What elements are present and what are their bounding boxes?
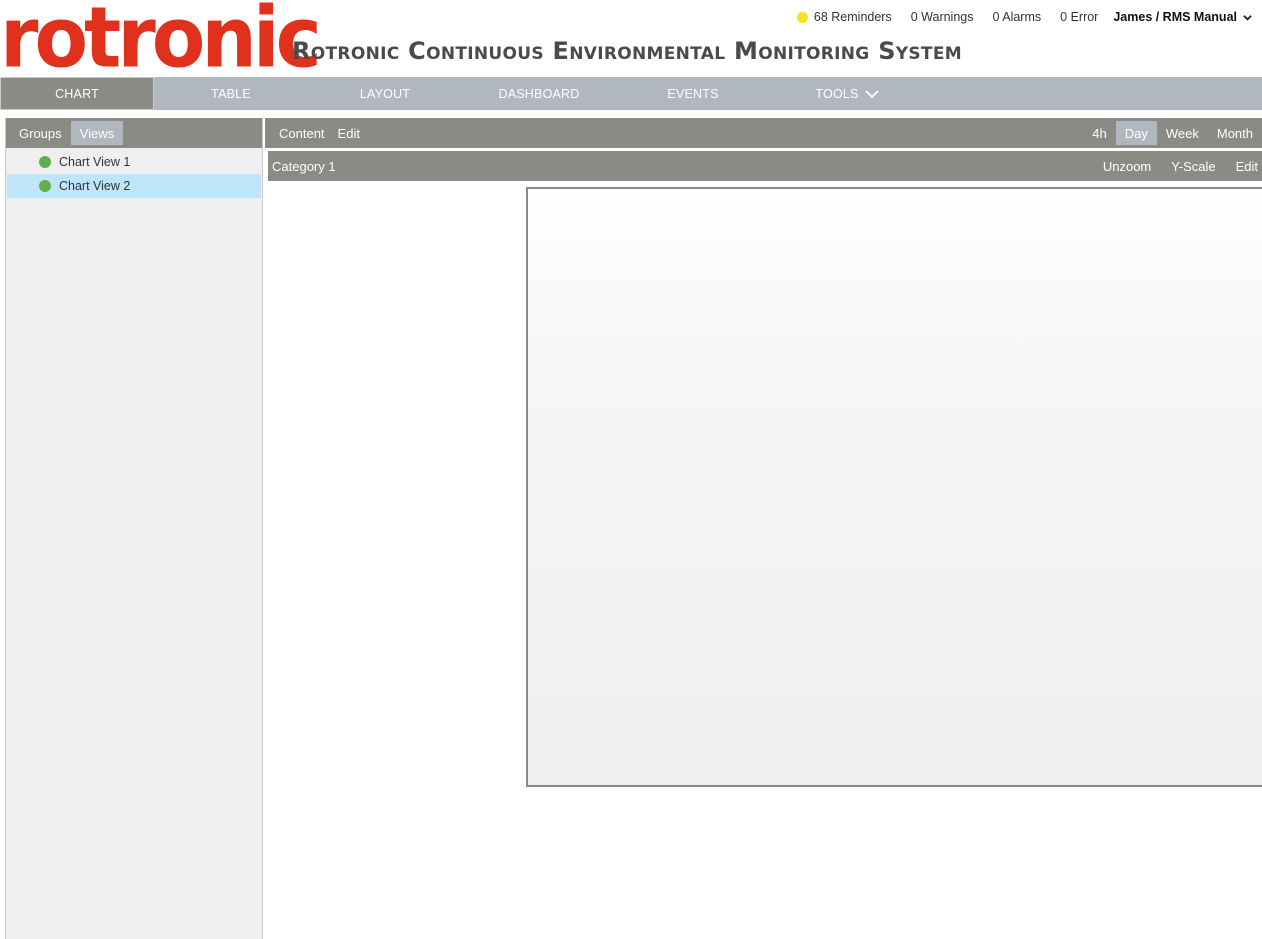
- range-day-button[interactable]: Day: [1115, 121, 1157, 145]
- unzoom-button[interactable]: Unzoom: [1093, 159, 1161, 174]
- chevron-down-icon: [1243, 14, 1252, 21]
- sidebar-item-label: Chart View 2: [59, 179, 131, 193]
- range-4h-button[interactable]: 4h: [1083, 121, 1115, 145]
- alarms-status[interactable]: 0 Alarms: [993, 10, 1042, 24]
- views-sidebar: Groups Views Chart View 1 Chart View 2: [5, 118, 263, 939]
- edit-category-button[interactable]: Edit: [1226, 159, 1262, 174]
- status-ok-icon: [39, 180, 51, 192]
- category-title: Category 1: [272, 158, 336, 174]
- sidebar-tabs: Groups Views: [6, 118, 262, 148]
- warnings-status[interactable]: 0 Warnings: [911, 10, 974, 24]
- nav-events-label: Events: [667, 86, 719, 101]
- alarms-label: 0 Alarms: [992, 10, 1042, 24]
- sidebar-item-chart-view-1[interactable]: Chart View 1: [7, 150, 261, 174]
- nav-layout[interactable]: Layout: [308, 77, 462, 110]
- y-scale-button[interactable]: Y-Scale: [1161, 159, 1225, 174]
- nav-chart[interactable]: Chart: [0, 77, 154, 110]
- nav-dashboard[interactable]: Dashboard: [462, 77, 616, 110]
- rotronic-logo[interactable]: rotronic: [0, 0, 322, 85]
- edit-view-button[interactable]: Edit: [334, 121, 369, 145]
- tab-views[interactable]: Views: [70, 121, 124, 145]
- category-header: Category 1 Unzoom Y-Scale Edit: [268, 151, 1262, 181]
- user-name: James / RMS Manual: [1113, 10, 1237, 24]
- reminders-label: 68 Reminders: [813, 10, 892, 24]
- user-menu[interactable]: James / RMS Manual: [1113, 10, 1252, 24]
- nav-events[interactable]: Events: [616, 77, 770, 110]
- range-week-button[interactable]: Week: [1157, 121, 1208, 145]
- errors-status[interactable]: 0 Error: [1060, 10, 1098, 24]
- errors-label: 0 Error: [1060, 10, 1099, 24]
- sidebar-item-chart-view-2[interactable]: Chart View 2: [7, 174, 261, 198]
- range-month-button[interactable]: Month: [1208, 121, 1262, 145]
- status-bar: 68 Reminders 0 Warnings 0 Alarms 0 Error…: [796, 8, 1252, 26]
- chart-area[interactable]: [526, 187, 1262, 787]
- reminders-status[interactable]: 68 Reminders: [796, 10, 892, 24]
- nav-layout-label: Layout: [359, 86, 411, 101]
- app-header: rotronic Rotronic Continuous Environment…: [0, 0, 1262, 85]
- reminder-indicator-icon: [796, 11, 808, 23]
- nav-table[interactable]: Table: [154, 77, 308, 110]
- nav-tools[interactable]: Tools: [770, 77, 924, 110]
- app-title: Rotronic Continuous Environmental Monito…: [292, 37, 962, 65]
- main-nav: Chart Table Layout Dashboard Events Tool…: [0, 77, 1262, 110]
- tab-groups[interactable]: Groups: [10, 121, 71, 145]
- status-ok-icon: [39, 156, 51, 168]
- chevron-down-icon: [864, 89, 879, 98]
- chart-toolbar: Content Edit 4h Day Week Month: [265, 118, 1262, 148]
- nav-dashboard-label: Dashboard: [498, 86, 580, 101]
- nav-tools-label: Tools: [815, 86, 859, 101]
- warnings-label: 0 Warnings: [910, 10, 974, 24]
- nav-chart-label: Chart: [55, 86, 99, 101]
- sidebar-item-label: Chart View 1: [59, 155, 131, 169]
- content-button[interactable]: Content: [265, 121, 334, 145]
- nav-table-label: Table: [211, 86, 251, 101]
